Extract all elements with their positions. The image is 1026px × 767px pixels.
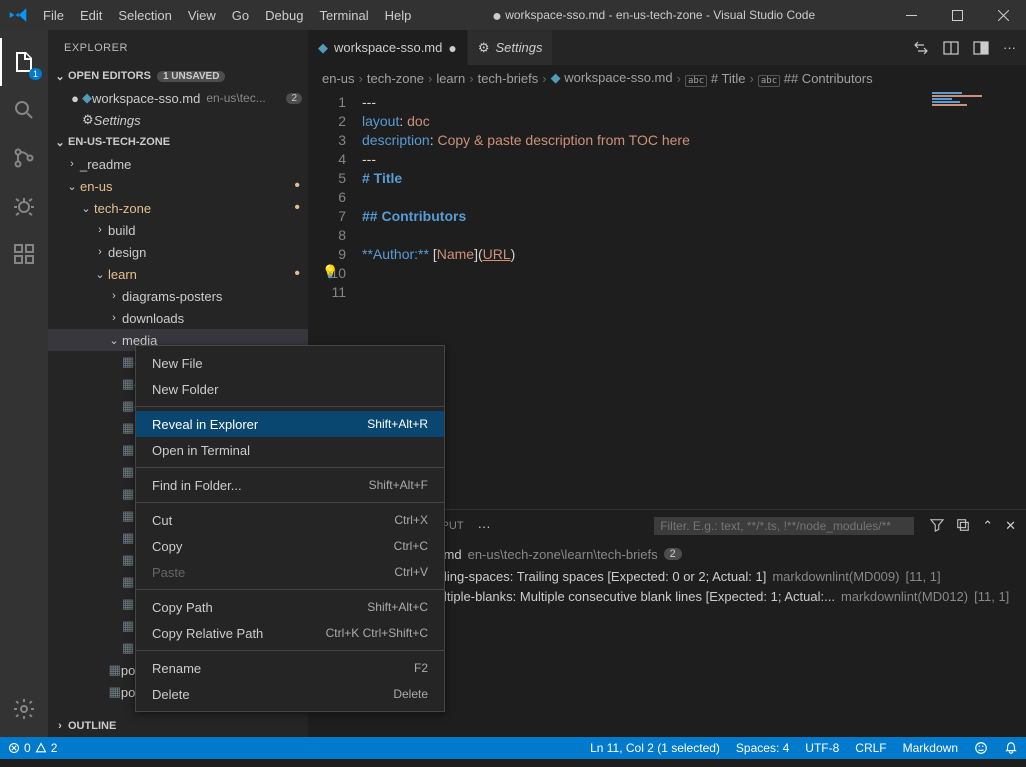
context-menu-item[interactable]: New Folder	[136, 376, 444, 402]
status-feedback-icon[interactable]	[966, 741, 996, 755]
status-eol[interactable]: CRLF	[847, 741, 894, 755]
context-menu-item[interactable]: DeleteDelete	[136, 681, 444, 707]
explorer-badge: 1	[29, 68, 42, 80]
debug-icon[interactable]	[0, 182, 48, 230]
context-menu-item[interactable]: RenameF2	[136, 655, 444, 681]
outline-header[interactable]: ›OUTLINE	[48, 715, 308, 737]
title-bar: FileEditSelectionViewGoDebugTerminalHelp…	[0, 0, 1026, 30]
status-lang[interactable]: Markdown	[895, 741, 966, 755]
folder-item[interactable]: ›build	[48, 219, 308, 241]
status-bell-icon[interactable]	[996, 741, 1026, 755]
context-menu-item[interactable]: CutCtrl+X	[136, 507, 444, 533]
folder-item[interactable]: ›diagrams-posters	[48, 285, 308, 307]
maximize-button[interactable]	[934, 0, 980, 30]
more-icon[interactable]: ···	[1003, 40, 1016, 55]
compare-icon[interactable]	[913, 40, 929, 56]
minimize-button[interactable]	[888, 0, 934, 30]
context-menu-item[interactable]: Copy Relative PathCtrl+K Ctrl+Shift+C	[136, 620, 444, 646]
search-icon[interactable]	[0, 86, 48, 134]
menu-help[interactable]: Help	[377, 0, 420, 30]
open-editor-item[interactable]: ●◆ workspace-sso.mden-us\tec...2	[48, 87, 308, 109]
minimap[interactable]	[932, 91, 1012, 121]
lightbulb-icon[interactable]: 💡	[322, 264, 338, 280]
menu-view[interactable]: View	[180, 0, 224, 30]
settings-icon[interactable]	[0, 685, 48, 733]
menu-file[interactable]: File	[35, 0, 72, 30]
menu-edit[interactable]: Edit	[72, 0, 110, 30]
panel-more-icon[interactable]: ···	[478, 519, 491, 534]
folder-item[interactable]: ⌄learn•	[48, 263, 308, 285]
sidebar-header: EXPLORER	[48, 30, 308, 65]
context-menu-item[interactable]: New File	[136, 350, 444, 376]
source-control-icon[interactable]	[0, 134, 48, 182]
open-editor-item[interactable]: ⚙ Settings	[48, 109, 308, 131]
context-menu-item[interactable]: CopyCtrl+C	[136, 533, 444, 559]
editor-tab[interactable]: ⚙Settings	[468, 30, 554, 65]
folder-item[interactable]: ⌄en-us•	[48, 175, 308, 197]
open-editors-header[interactable]: ⌄OPEN EDITORS 1 UNSAVED	[48, 65, 308, 87]
split-icon[interactable]	[973, 40, 989, 56]
editor-tabs: ◆workspace-sso.md●⚙Settings ···	[308, 30, 1026, 65]
filter-icon[interactable]	[930, 518, 944, 534]
folder-item[interactable]: ⌄tech-zone•	[48, 197, 308, 219]
extensions-icon[interactable]	[0, 230, 48, 278]
app-logo	[0, 6, 35, 24]
menu-go[interactable]: Go	[224, 0, 257, 30]
status-spaces[interactable]: Spaces: 4	[728, 741, 797, 755]
editor-tab[interactable]: ◆workspace-sso.md●	[308, 30, 468, 65]
context-menu-item[interactable]: Copy PathShift+Alt+C	[136, 594, 444, 620]
panel-filter-input[interactable]	[654, 517, 914, 535]
folder-item[interactable]: ›_readme	[48, 153, 308, 175]
panel-up-icon[interactable]: ⌃	[982, 518, 993, 534]
activity-bar: 1	[0, 30, 48, 737]
context-menu-item[interactable]: Reveal in ExplorerShift+Alt+R	[136, 411, 444, 437]
menu-debug[interactable]: Debug	[257, 0, 311, 30]
status-encoding[interactable]: UTF-8	[797, 741, 847, 755]
close-button[interactable]	[980, 0, 1026, 30]
explorer-icon[interactable]: 1	[0, 38, 48, 86]
breadcrumbs[interactable]: en-us›tech-zone›learn›tech-briefs›◆ work…	[308, 65, 1026, 91]
context-menu-item[interactable]: Open in Terminal	[136, 437, 444, 463]
status-errors[interactable]: 0 2	[0, 741, 65, 755]
context-menu: New FileNew Folder Reveal in ExplorerShif…	[135, 345, 445, 712]
status-bar: 0 2 Ln 11, Col 2 (1 selected) Spaces: 4 …	[0, 737, 1026, 759]
collapse-icon[interactable]	[956, 518, 970, 534]
folder-item[interactable]: ›downloads	[48, 307, 308, 329]
folder-item[interactable]: ›design	[48, 241, 308, 263]
context-menu-item[interactable]: Find in Folder...Shift+Alt+F	[136, 472, 444, 498]
panel-close-icon[interactable]: ✕	[1005, 518, 1016, 534]
preview-icon[interactable]	[943, 40, 959, 56]
workspace-header[interactable]: ⌄EN-US-TECH-ZONE	[48, 131, 308, 153]
context-menu-item: PasteCtrl+V	[136, 559, 444, 585]
window-title: ● workspace-sso.md - en-us-tech-zone - V…	[419, 6, 888, 24]
status-position[interactable]: Ln 11, Col 2 (1 selected)	[582, 741, 728, 755]
menu-terminal[interactable]: Terminal	[311, 0, 376, 30]
menu-selection[interactable]: Selection	[110, 0, 179, 30]
